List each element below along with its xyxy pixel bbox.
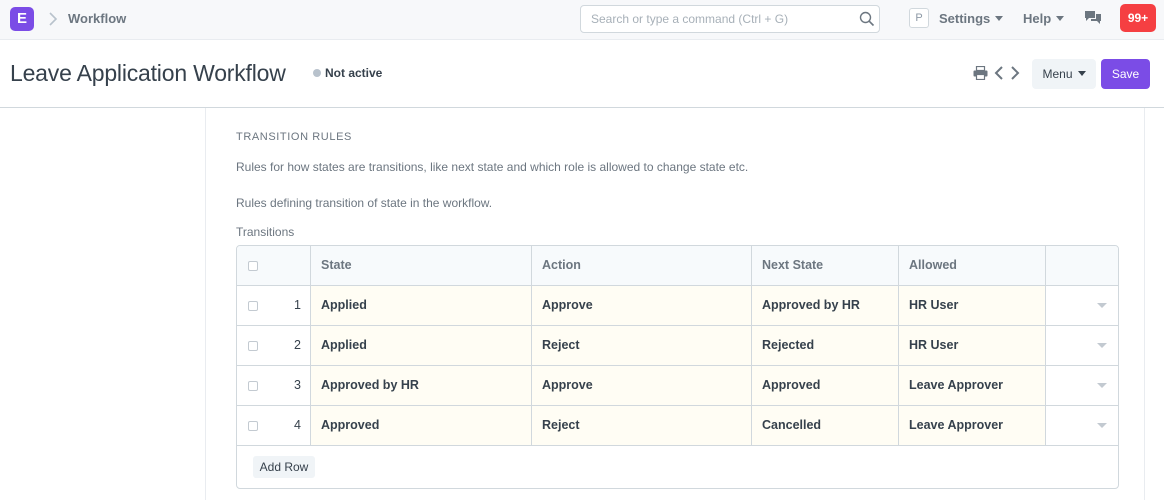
- menu-button[interactable]: Menu: [1032, 59, 1096, 89]
- settings-dropdown[interactable]: Settings: [939, 11, 1004, 26]
- row-checkbox[interactable]: [248, 341, 258, 351]
- cell-action[interactable]: Reject: [531, 406, 751, 445]
- navbar: E Workflow P Settings Help 99+: [0, 0, 1164, 40]
- content-divider: [1144, 108, 1145, 500]
- select-all-checkbox[interactable]: [248, 261, 258, 271]
- status-badge: Not active: [325, 66, 383, 80]
- settings-label: Settings: [939, 11, 991, 26]
- table-header: State Action Next State Allowed: [237, 246, 1118, 286]
- caret-down-icon[interactable]: [1097, 343, 1107, 348]
- chevron-left-icon[interactable]: [994, 65, 1004, 81]
- table-row[interactable]: 3 Approved by HR Approve Approved Leave …: [237, 366, 1118, 406]
- breadcrumb-workflow[interactable]: Workflow: [68, 11, 126, 26]
- caret-down-icon[interactable]: [1097, 383, 1107, 388]
- page-title: Leave Application Workflow: [10, 60, 286, 86]
- cell-action[interactable]: Approve: [531, 366, 751, 405]
- page-head: Leave Application Workflow Not active Me…: [0, 40, 1164, 108]
- column-header-menu: [1045, 246, 1118, 285]
- row-menu-cell: [1045, 326, 1118, 365]
- cell-state[interactable]: Approved: [310, 406, 531, 445]
- menu-label: Menu: [1042, 67, 1073, 81]
- field-description: Rules defining transition of state in th…: [236, 196, 493, 210]
- caret-down-icon[interactable]: [1097, 303, 1107, 308]
- search-input[interactable]: [581, 6, 851, 32]
- section-heading: TRANSITION RULES: [236, 131, 352, 143]
- table-row[interactable]: 2 Applied Reject Rejected HR User: [237, 326, 1118, 366]
- cell-action[interactable]: Reject: [531, 326, 751, 365]
- help-label: Help: [1023, 11, 1052, 26]
- save-button[interactable]: Save: [1101, 59, 1150, 89]
- search-bar: [580, 5, 880, 33]
- user-avatar[interactable]: P: [909, 8, 929, 28]
- chevron-right-icon[interactable]: [1010, 65, 1020, 81]
- column-header-allowed: Allowed: [898, 246, 1045, 285]
- column-header-action: Action: [531, 246, 751, 285]
- cell-next-state[interactable]: Rejected: [751, 326, 898, 365]
- cell-state[interactable]: Applied: [310, 286, 531, 325]
- chat-icon[interactable]: [1084, 10, 1102, 26]
- column-header-next-state: Next State: [751, 246, 898, 285]
- row-index: 1: [294, 298, 301, 312]
- cell-allowed[interactable]: Leave Approver: [898, 406, 1045, 445]
- cell-allowed[interactable]: HR User: [898, 286, 1045, 325]
- field-label: Transitions: [236, 225, 295, 239]
- caret-down-icon[interactable]: [1097, 423, 1107, 428]
- sidebar-divider: [205, 108, 206, 500]
- cell-state[interactable]: Approved by HR: [310, 366, 531, 405]
- chevron-right-icon: [49, 12, 58, 26]
- column-header-state: State: [310, 246, 531, 285]
- help-dropdown[interactable]: Help: [1023, 11, 1065, 26]
- caret-down-icon: [995, 16, 1004, 22]
- row-checkbox[interactable]: [248, 381, 258, 391]
- add-row-button[interactable]: Add Row: [253, 456, 315, 478]
- search-icon[interactable]: [859, 11, 875, 27]
- cell-allowed[interactable]: Leave Approver: [898, 366, 1045, 405]
- transitions-table: State Action Next State Allowed 1 Applie…: [236, 245, 1119, 489]
- row-checkbox[interactable]: [248, 301, 258, 311]
- app-logo[interactable]: E: [10, 7, 34, 31]
- caret-down-icon: [1077, 71, 1086, 77]
- status-indicator-icon: [313, 69, 321, 77]
- row-checkbox[interactable]: [248, 421, 258, 431]
- notification-badge[interactable]: 99+: [1120, 4, 1156, 32]
- cell-next-state[interactable]: Approved by HR: [751, 286, 898, 325]
- cell-allowed[interactable]: HR User: [898, 326, 1045, 365]
- cell-action[interactable]: Approve: [531, 286, 751, 325]
- cell-state[interactable]: Applied: [310, 326, 531, 365]
- table-row[interactable]: 4 Approved Reject Cancelled Leave Approv…: [237, 406, 1118, 446]
- caret-down-icon: [1056, 16, 1065, 22]
- print-icon[interactable]: [973, 66, 988, 80]
- row-menu-cell: [1045, 366, 1118, 405]
- row-menu-cell: [1045, 406, 1118, 445]
- row-index: 4: [294, 418, 301, 432]
- row-index: 3: [294, 378, 301, 392]
- section-description: Rules for how states are transitions, li…: [236, 160, 749, 174]
- table-row[interactable]: 1 Applied Approve Approved by HR HR User: [237, 286, 1118, 326]
- row-menu-cell: [1045, 286, 1118, 325]
- row-index: 2: [294, 338, 301, 352]
- cell-next-state[interactable]: Cancelled: [751, 406, 898, 445]
- cell-next-state[interactable]: Approved: [751, 366, 898, 405]
